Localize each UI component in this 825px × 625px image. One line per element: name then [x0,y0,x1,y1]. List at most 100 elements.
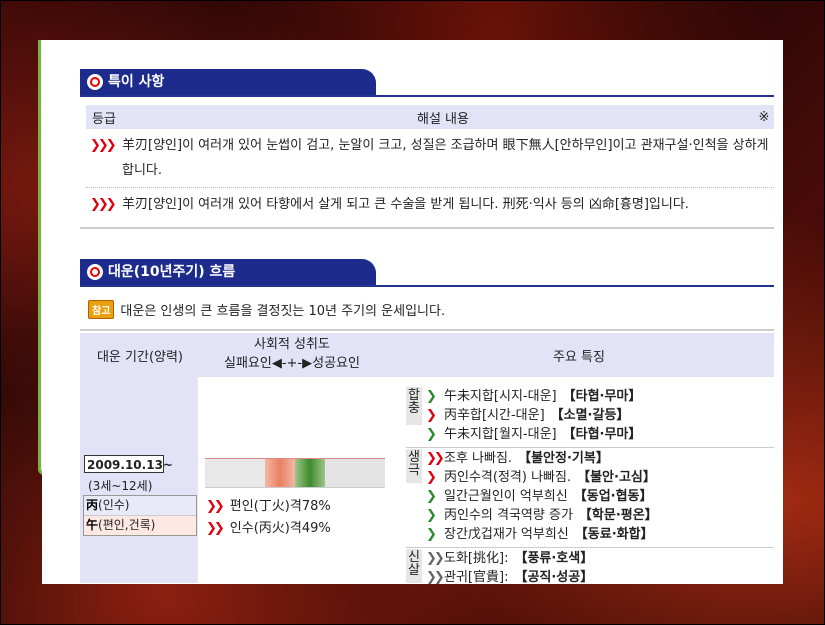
group-items: ❯❯ 도화[挑化]: 【풍류·호색】 ❯❯ 관귀[官貴]: 【공직·성공】 [426,549,774,584]
triple-arrow-icon: ❯❯❯ [90,138,117,153]
section-divider [80,227,774,229]
chevron-icon: ❯ [426,508,437,523]
feature-item: ❯ 午未지합[월지-대운] 【타협·무마】 [426,425,774,444]
chevron-icon: ❯ [426,389,437,404]
chevron-icon: ❯ [426,527,437,542]
feature-tag: 【타협·무마】 [562,389,642,404]
features-cell: 합충 ❯ 午未지합[시지-대운] 【타협·무마】 ❯ 丙辛합[시간-대운] 【소멸·갈등… [406,377,774,584]
reference-note-text: 대운은 인생의 큰 흐름을 결정짓는 10년 주기의 운세입니다. [120,303,446,319]
double-arrow-icon: ❯❯ [426,551,445,566]
feature-text: 丙인수의 격국역량 증가 [444,508,573,523]
feature-item: ❯ 장간戊겁재가 억부희신 【동료·화합】 [426,525,774,544]
double-arrow-icon: ❯❯ [206,499,225,514]
double-arrow-icon: ❯❯ [426,451,445,466]
period-header: 대운 기간(양력) [96,349,184,365]
feature-tag: 【불안정·기복】 [518,451,609,466]
section-divider [80,329,774,331]
branch-char: 午 [86,518,99,532]
stat-line: ❯❯ 인수(丙火)격49% [206,517,331,536]
group-label: 합충 [406,387,422,425]
double-arrow-icon: ❯❯ [206,521,225,536]
period-cell: 2009.10.13~ (3세~12세) 丙(인수) 午(편인,건록) [80,377,198,583]
social-cell: ❯❯ 편인(丁火)격78% ❯❯ 인수(丙火)격49% [200,377,406,583]
special-row: ❯❯❯ 羊刃[양인]이 여러개 있어 타향에서 살게 되고 큰 수술을 받게 됩… [86,188,774,221]
feature-item: ❯ 丙인수의 격국역량 증가 【학문·평온】 [426,506,774,525]
special-row-text: 羊刃[양인]이 여러개 있어 타향에서 살게 되고 큰 수술을 받게 됩니다. … [122,197,689,212]
feature-tag: 【타협·무마】 [562,427,642,442]
group-items: ❯ 午未지합[시지-대운] 【타협·무마】 ❯ 丙辛합[시간-대운] 【소멸·갈등】 ❯… [426,387,774,444]
feature-text: 조후 나빠짐. [444,451,513,466]
feature-tag: 【동업·협동】 [573,489,653,504]
chevron-icon: ❯ [426,427,437,442]
bullseye-icon [87,264,103,280]
note-mark: ※ [758,109,770,125]
feature-item: ❯ 일간근월인이 억부희신 【동업·협동】 [426,487,774,506]
feature-text: 午未지합[시지-대운] [444,389,557,404]
feature-tag: 【공직·성공】 [514,570,594,584]
bar-segment [325,459,355,487]
feature-tag: 【불안·고심】 [577,470,656,485]
feature-text: 丙辛합[시간-대운] [444,408,545,423]
bullseye-icon [87,74,103,90]
stem-char: 丙 [86,498,99,512]
luck-table: 대운 기간(양력) 사회적 성취도 실패요인◀-+-▶성공요인 주요 특징 20… [80,333,774,584]
stem-desc: (인수) [98,498,130,512]
pillar-stem: 丙(인수) [84,496,196,516]
reference-note: 참고 대운은 인생의 큰 흐름을 결정짓는 10년 주기의 운세입니다. [88,297,774,321]
social-header-scale: 실패요인◀-+-▶성공요인 [224,356,360,371]
pillar-branch: 午(편인,건록) [84,516,196,535]
bar-segment [205,459,235,487]
group-divider [406,547,774,548]
social-header-title: 사회적 성취도 [254,337,330,352]
stat-label: 편인(丁火)격78% [229,499,331,514]
group-items: ❯❯ 조후 나빠짐. 【불안정·기복】 ❯ 丙인수격(정격) 나빠짐. 【불안·고심】 … [426,449,774,544]
bar-segment-positive [295,459,325,487]
luck-section-tab: 대운(10년주기) 흐름 [80,259,376,285]
chevron-icon: ❯ [426,408,437,423]
feature-text: 丙인수격(정격) 나빠짐. [444,470,572,485]
feature-text: 관귀[官貴]: [444,570,509,584]
feature-item: ❯❯ 도화[挑化]: 【풍류·호색】 [426,549,774,568]
double-arrow-icon: ❯❯ [426,570,445,584]
feature-item: ❯❯ 조후 나빠짐. 【불안정·기복】 [426,449,774,468]
bar-segment-negative [265,459,295,487]
special-row-text: 羊刃[양인]이 여러개 있어 눈썹이 검고, 눈알이 크고, 성질은 조급하며 … [122,138,769,178]
content-header: 해설 내용 [417,111,469,127]
feature-tag: 【소멸·갈등】 [550,408,630,423]
feature-item: ❯ 丙인수격(정격) 나빠짐. 【불안·고심】 [426,468,774,487]
feature-text: 장간戊겁재가 억부희신 [444,527,569,542]
stat-label: 인수(丙火)격49% [229,521,331,536]
bar-segment [235,459,265,487]
branch-desc: (편인,건록) [98,518,156,532]
special-table: 등급 해설 내용 ※ ❯❯❯ 羊刃[양인]이 여러개 있어 눈썹이 검고, 눈알… [86,105,774,221]
feature-text: 午未지합[월지-대운] [444,427,557,442]
bar-segment [355,459,385,487]
achievement-bar [205,458,385,488]
content-panel: 특이 사항 등급 해설 내용 ※ ❯❯❯ 羊刃[양인]이 여러개 있어 눈썹이 … [42,40,783,584]
feature-tag: 【동료·화합】 [574,527,654,542]
grade-header: 등급 [92,111,116,127]
social-header: 사회적 성취도 실패요인◀-+-▶성공요인 [200,335,384,373]
special-section-header: 특이 사항 [80,69,774,97]
feature-item: ❯❯ 관귀[官貴]: 【공직·성공】 [426,568,774,584]
feature-item: ❯ 午未지합[시지-대운] 【타협·무마】 [426,387,774,406]
special-section-title: 특이 사항 [108,74,165,90]
special-table-header: 등급 해설 내용 ※ [86,105,774,129]
reference-badge: 참고 [88,299,115,319]
pillar-box: 丙(인수) 午(편인,건록) [83,495,197,536]
feature-text: 도화[挑化]: [444,551,509,566]
luck-section-title: 대운(10년주기) 흐름 [108,264,236,280]
chevron-icon: ❯ [426,470,437,485]
special-section-tab: 특이 사항 [80,69,376,95]
feature-tag: 【풍류·호색】 [514,551,594,566]
chevron-icon: ❯ [426,489,437,504]
stat-line: ❯❯ 편인(丁火)격78% [206,495,331,514]
special-row: ❯❯❯ 羊刃[양인]이 여러개 있어 눈썹이 검고, 눈알이 크고, 성질은 조… [86,129,774,188]
luck-section-header: 대운(10년주기) 흐름 [80,259,774,287]
group-divider [406,447,774,448]
feature-tag: 【학문·평온】 [578,508,658,523]
group-label: 생극 [406,449,422,483]
luck-table-header: 대운 기간(양력) 사회적 성취도 실패요인◀-+-▶성공요인 주요 특징 [80,333,774,377]
period-age: (3세~12세) [88,479,153,493]
features-header: 주요 특징 [553,349,605,365]
